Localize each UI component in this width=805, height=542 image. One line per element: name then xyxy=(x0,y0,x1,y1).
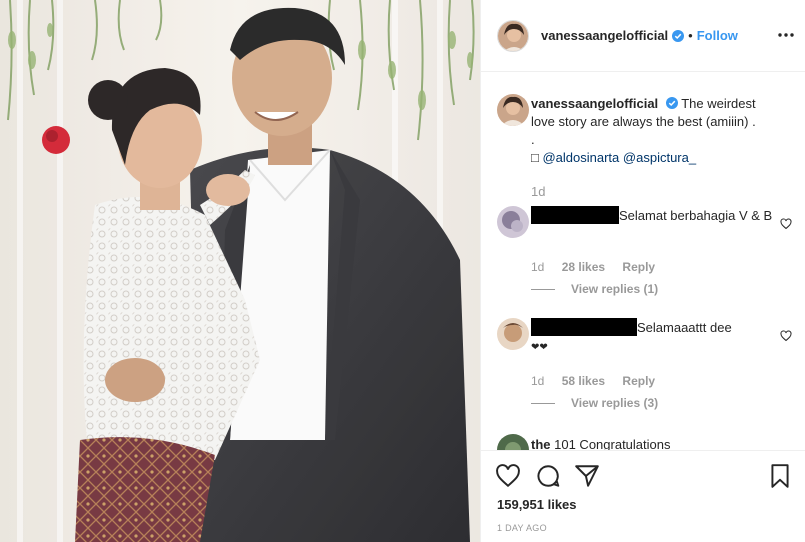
view-replies[interactable]: View replies (1) xyxy=(531,282,658,296)
avatar-image xyxy=(497,206,529,238)
post-photo[interactable] xyxy=(0,0,480,542)
heart-icon[interactable] xyxy=(780,218,792,230)
commenter-avatar[interactable] xyxy=(497,434,529,450)
comments-list[interactable]: vanessaangelofficial The weirdest love s… xyxy=(481,72,805,450)
post-timestamp[interactable]: 1 DAY AGO xyxy=(497,523,547,533)
verified-badge-icon xyxy=(665,97,678,109)
replies-divider xyxy=(531,402,555,404)
view-replies-label: View replies (1) xyxy=(571,282,659,296)
commenter-username[interactable]: the xyxy=(531,437,551,450)
view-replies[interactable]: View replies (3) xyxy=(531,396,658,410)
couple-photo xyxy=(0,0,480,542)
caption-body: vanessaangelofficial The weirdest love s… xyxy=(531,95,781,167)
comment-body: Selamat berbahagia V & B xyxy=(531,206,776,225)
follow-button[interactable]: Follow xyxy=(697,28,738,43)
caption-username[interactable]: vanessaangelofficial xyxy=(531,96,658,111)
avatar-image xyxy=(497,434,529,450)
redacted-username xyxy=(531,206,619,224)
heart-icon[interactable] xyxy=(780,330,792,342)
share-icon[interactable] xyxy=(574,463,600,489)
post-side-panel: vanessaangelofficial • Follow vanessaang… xyxy=(480,0,805,542)
post-actions: 159,951 likes 1 DAY AGO xyxy=(481,450,805,542)
verified-badge-icon xyxy=(672,29,685,42)
more-options-icon[interactable] xyxy=(776,27,796,43)
commenter-avatar[interactable] xyxy=(497,318,529,350)
instagram-post: vanessaangelofficial • Follow vanessaang… xyxy=(0,0,805,542)
replies-divider xyxy=(531,288,555,290)
author-avatar[interactable] xyxy=(497,19,529,52)
comment-text: Selamat berbahagia V & B xyxy=(619,208,773,223)
caption-glyph: □ xyxy=(531,150,539,165)
heart-icon[interactable] xyxy=(495,463,521,489)
comment-text: 101 Congratulations xyxy=(554,437,671,450)
commenter-avatar[interactable] xyxy=(497,206,529,238)
avatar-image xyxy=(497,94,529,126)
comment-item: the 101 Congratulations xyxy=(497,434,792,450)
redacted-username xyxy=(531,318,637,336)
comment-time[interactable]: 1d xyxy=(531,374,544,388)
mention-aspictura[interactable]: @aspictura_ xyxy=(623,150,696,165)
caption-time[interactable]: 1d xyxy=(531,184,545,199)
caption-line2: . xyxy=(531,132,535,147)
comment-icon[interactable] xyxy=(535,463,561,489)
comment-item: Selamat berbahagia V & B 1d 28 likes Rep… xyxy=(497,206,792,306)
comment-item: Selamaaattt dee ❤❤ 1d 58 likes Reply Vie… xyxy=(497,318,792,418)
mention-aldosinarta[interactable]: @aldosinarta xyxy=(542,150,619,165)
caption: vanessaangelofficial The weirdest love s… xyxy=(497,94,792,204)
comment-time[interactable]: 1d xyxy=(531,260,544,274)
comment-body: Selamaaattt dee ❤❤ xyxy=(531,318,776,357)
comment-likes[interactable]: 58 likes xyxy=(562,374,605,388)
author-username[interactable]: vanessaangelofficial xyxy=(541,28,668,43)
header-separator: • xyxy=(688,28,693,43)
avatar-image xyxy=(498,20,528,51)
caption-avatar[interactable] xyxy=(497,94,529,126)
view-replies-label: View replies (3) xyxy=(571,396,659,410)
post-header: vanessaangelofficial • Follow xyxy=(481,0,805,72)
like-count[interactable]: 159,951 likes xyxy=(497,497,577,512)
comment-likes[interactable]: 28 likes xyxy=(562,260,605,274)
comment-text: Selamaaattt dee xyxy=(637,320,732,335)
comment-emoji: ❤❤ xyxy=(531,342,548,353)
reply-button[interactable]: Reply xyxy=(622,260,655,274)
reply-button[interactable]: Reply xyxy=(622,374,655,388)
comment-meta: 1d 28 likes Reply xyxy=(531,260,669,274)
comment-meta: 1d 58 likes Reply xyxy=(531,374,669,388)
comment-body: the 101 Congratulations xyxy=(531,436,776,450)
bookmark-icon[interactable] xyxy=(767,463,793,489)
avatar-image xyxy=(497,318,529,350)
